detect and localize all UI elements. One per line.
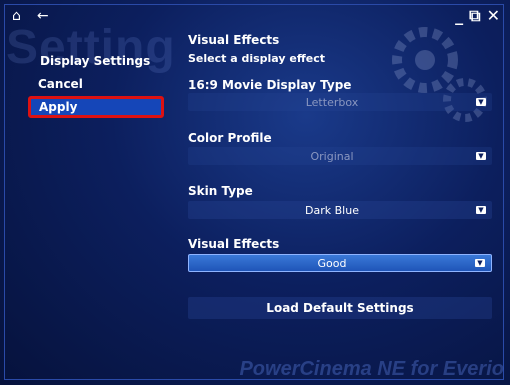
visual-effects-dropdown[interactable]: Good ▼	[188, 254, 492, 272]
brand-logo: PowerCinema NE for Everio	[239, 358, 504, 380]
chevron-down-icon: ▼	[476, 206, 486, 214]
visual-effects-label: Visual Effects	[188, 237, 280, 251]
chevron-down-icon: ▼	[475, 259, 485, 267]
panel-heading: Visual Effects	[188, 33, 280, 47]
skin-type-dropdown[interactable]: Dark Blue ▼	[188, 201, 492, 219]
load-default-settings-button[interactable]: Load Default Settings	[188, 297, 492, 319]
chevron-down-icon: ▼	[476, 152, 486, 160]
top-nav: ⌂ ←	[12, 8, 49, 24]
chevron-down-icon: ▼	[476, 98, 486, 106]
dropdown-value: Letterbox	[305, 95, 359, 109]
home-icon[interactable]: ⌂	[12, 8, 21, 24]
apply-button[interactable]: Apply	[28, 96, 164, 118]
gears-decoration-icon	[392, 27, 487, 122]
movie-display-type-label: 16:9 Movie Display Type	[188, 78, 352, 92]
color-profile-dropdown[interactable]: Original ▼	[188, 147, 492, 165]
skin-type-label: Skin Type	[188, 184, 253, 198]
color-profile-label: Color Profile	[188, 131, 272, 145]
movie-display-type-dropdown[interactable]: Letterbox ▼	[188, 93, 492, 111]
back-icon[interactable]: ←	[37, 8, 49, 24]
panel-subheading: Select a display effect	[188, 52, 326, 65]
dropdown-value: Original	[310, 149, 354, 163]
dropdown-value: Dark Blue	[305, 203, 359, 217]
cancel-button[interactable]: Cancel	[38, 77, 83, 91]
sidebar-title: Display Settings	[40, 54, 151, 68]
dropdown-value: Good	[317, 256, 347, 270]
